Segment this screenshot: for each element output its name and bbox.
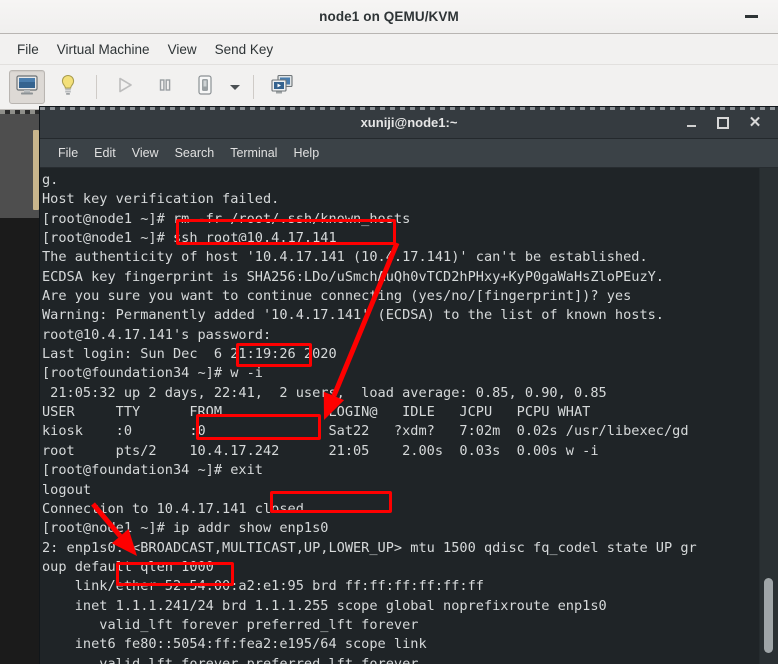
- power-icon: [195, 74, 215, 101]
- terminal-menu-search[interactable]: Search: [167, 143, 223, 163]
- terminal-line: inet6 fe80::5054:ff:fea2:e195/64 scope l…: [42, 636, 427, 653]
- terminal-line: [root@node1 ~]# ip addr show enp1s0: [42, 520, 329, 537]
- toolbar-separator-2: [253, 75, 254, 99]
- terminal-window-buttons: ✕: [676, 107, 770, 138]
- minimize-icon: [744, 15, 758, 18]
- terminal-line: [root@foundation34 ~]# w -i: [42, 365, 263, 382]
- terminal-line: [root@node1 ~]# rm -fr /root/.ssh/known_…: [42, 210, 411, 227]
- vm-menu-send-key[interactable]: Send Key: [206, 39, 283, 60]
- terminal-close-button[interactable]: ✕: [740, 110, 770, 136]
- terminal-menu-view[interactable]: View: [124, 143, 167, 163]
- pause-icon: [156, 76, 174, 99]
- lightbulb-icon: [59, 74, 77, 101]
- terminal-scrollbar[interactable]: [759, 168, 778, 664]
- terminal-window-title: xuniji@node1:~: [360, 115, 458, 130]
- terminal-menu-terminal[interactable]: Terminal: [222, 143, 285, 163]
- terminal-line: kiosk :0 :0 Sat22 ?xdm? 7:02m 0.02s /usr…: [42, 423, 689, 440]
- screenshot-root: node1 on QEMU/KVM File Virtual Machine V…: [0, 0, 778, 664]
- terminal-window: xuniji@node1:~ ✕ File Edit View Search T…: [40, 107, 778, 664]
- terminal-line: [root@foundation34 ~]# exit: [42, 462, 263, 479]
- screens-icon: [270, 74, 294, 101]
- terminal-menu-file[interactable]: File: [50, 143, 86, 163]
- vm-minimize-button[interactable]: [738, 0, 764, 33]
- toolbar-separator-1: [96, 75, 97, 99]
- terminal-line: Connection to 10.4.17.141 closed.: [42, 500, 313, 517]
- terminal-line: 21:05:32 up 2 days, 22:41, 2 users, load…: [42, 384, 607, 401]
- show-details-button[interactable]: [51, 71, 85, 103]
- vm-menubar: File Virtual Machine View Send Key: [0, 34, 778, 65]
- terminal-menu-edit[interactable]: Edit: [86, 143, 124, 163]
- close-icon: ✕: [748, 114, 762, 131]
- shutdown-menu-button[interactable]: [225, 71, 245, 103]
- guest-display-accent-bar: [33, 130, 39, 210]
- terminal-line: valid_lft forever preferred_lft forever: [42, 655, 419, 664]
- terminal-minimize-button[interactable]: [676, 110, 706, 136]
- vm-titlebar: node1 on QEMU/KVM: [0, 0, 778, 34]
- monitor-icon: [16, 74, 38, 100]
- vm-menu-file[interactable]: File: [8, 39, 48, 60]
- terminal-line: Are you sure you want to continue connec…: [42, 288, 632, 305]
- terminal-maximize-button[interactable]: [708, 110, 738, 136]
- run-button[interactable]: [108, 71, 142, 103]
- terminal-line: The authenticity of host '10.4.17.141 (1…: [42, 249, 648, 266]
- terminal-output[interactable]: g. Host key verification failed. [root@nod…: [40, 168, 760, 664]
- show-console-button[interactable]: [9, 70, 45, 104]
- vm-menu-virtual-machine[interactable]: Virtual Machine: [48, 39, 159, 60]
- terminal-line: g.: [42, 172, 59, 188]
- terminal-line: root@10.4.17.141's password:: [42, 326, 272, 343]
- terminal-line: Last login: Sun Dec 6 21:19:26 2020: [42, 346, 337, 363]
- terminal-line: oup default qlen 1000: [42, 558, 214, 575]
- terminal-line: valid_lft forever preferred_lft forever: [42, 616, 419, 633]
- terminal-line: inet 1.1.1.241/24 brd 1.1.1.255 scope gl…: [42, 597, 607, 614]
- vm-window-title: node1 on QEMU/KVM: [319, 9, 459, 24]
- chevron-down-icon: [229, 78, 241, 96]
- terminal-line: 2: enp1s0: <BROADCAST,MULTICAST,UP,LOWER…: [42, 539, 697, 556]
- play-icon: [116, 76, 134, 99]
- vm-menu-view[interactable]: View: [159, 39, 206, 60]
- terminal-line: root pts/2 10.4.17.242 21:05 2.00s 0.03s…: [42, 442, 599, 459]
- terminal-menu-help[interactable]: Help: [285, 143, 327, 163]
- pause-button[interactable]: [148, 71, 182, 103]
- terminal-menubar: File Edit View Search Terminal Help: [40, 139, 778, 168]
- terminal-scrollbar-thumb[interactable]: [764, 578, 773, 653]
- terminal-body: g. Host key verification failed. [root@nod…: [40, 168, 778, 664]
- vm-toolbar: [0, 65, 778, 110]
- terminal-line: USER TTY FROM LOGIN@ IDLE JCPU PCPU WHAT: [42, 404, 591, 421]
- terminal-line: [root@node1 ~]# ssh root@10.4.17.141: [42, 230, 337, 247]
- terminal-line: ECDSA key fingerprint is SHA256:LDo/uSmc…: [42, 268, 664, 285]
- maximize-icon: [717, 116, 729, 129]
- shutdown-button[interactable]: [188, 71, 222, 103]
- fullscreen-button[interactable]: [265, 71, 299, 103]
- terminal-line: Warning: Permanently added '10.4.17.141'…: [42, 307, 664, 324]
- terminal-line: link/ether 52:54:00:a2:e1:95 brd ff:ff:f…: [42, 578, 484, 595]
- terminal-titlebar: xuniji@node1:~ ✕: [40, 107, 778, 139]
- minimize-icon: [686, 125, 696, 127]
- terminal-line: logout: [42, 481, 92, 498]
- terminal-line: Host key verification failed.: [42, 191, 280, 208]
